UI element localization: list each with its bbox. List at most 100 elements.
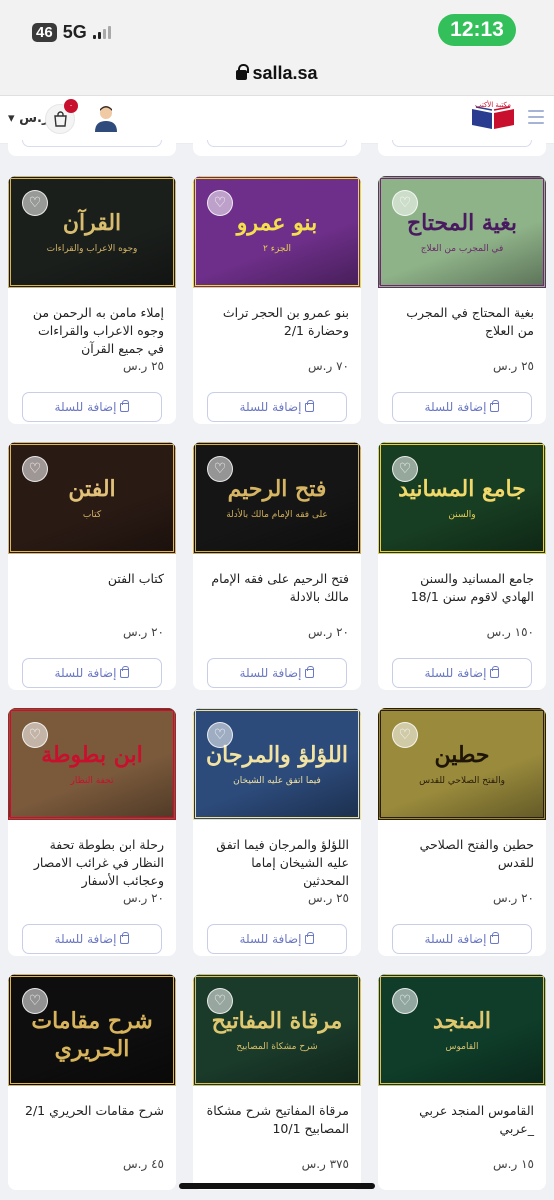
- favorite-heart-icon[interactable]: ♡: [392, 988, 418, 1014]
- book-cover-image[interactable]: مرقاة المفاتيح شرح مشكاة المصابيح ♡: [193, 974, 361, 1086]
- bag-icon: [305, 932, 315, 944]
- hamburger-menu-icon[interactable]: [528, 110, 544, 124]
- product-name[interactable]: مرقاة المفاتيح شرح مشكاة المصابيح 10/1: [203, 1102, 349, 1138]
- book-cover-image[interactable]: جامع المسانيد والسنن ♡: [378, 442, 546, 554]
- bag-icon: [305, 400, 315, 412]
- product-price: ٢٥ ر.س: [493, 359, 534, 373]
- book-cover-image[interactable]: ابن بطوطة تحفة النظار ♡: [8, 708, 176, 820]
- add-to-cart-label: إضافة للسلة: [239, 400, 302, 414]
- lock-icon: [236, 64, 250, 80]
- cover-subtitle: على فقه الإمام مالك بالأدلة: [226, 510, 328, 520]
- user-avatar-icon[interactable]: [93, 104, 119, 134]
- store-header: ر.س ▾ ٠ مكتبة الأكتب: [0, 96, 554, 144]
- cover-subtitle: وجوه الاعراب والقراءات: [46, 244, 138, 254]
- favorite-heart-icon[interactable]: ♡: [22, 190, 48, 216]
- add-to-cart-button[interactable]: إضافة للسلة: [207, 392, 347, 422]
- product-grid: بغية المحتاج في المجرب من العلاج ♡ بغية الم…: [8, 140, 546, 1190]
- product-price: ١٥٠ ر.س: [486, 625, 534, 639]
- favorite-heart-icon[interactable]: ♡: [22, 722, 48, 748]
- product-price: ٢٠ ر.س: [123, 625, 164, 639]
- bag-icon: [490, 666, 500, 678]
- product-name[interactable]: جامع المسانيد والسنن الهادي لاقوم سنن 18…: [388, 570, 534, 606]
- previous-row-edge: [8, 140, 546, 158]
- add-to-cart-button[interactable]: إضافة للسلة: [392, 392, 532, 422]
- book-cover-image[interactable]: بغية المحتاج في المجرب من العلاج ♡: [378, 176, 546, 288]
- cover-subtitle: فيما اتفق عليه الشيخان: [233, 776, 321, 786]
- product-card[interactable]: مرقاة المفاتيح شرح مشكاة المصابيح ♡ مرقاة ا…: [193, 974, 361, 1190]
- product-card[interactable]: القرآن وجوه الاعراب والقراءات ♡ إملاء مامن …: [8, 176, 176, 424]
- product-card[interactable]: المنجد القاموس ♡ القاموس المنجد عربي _عربي ١…: [378, 974, 546, 1190]
- product-name[interactable]: حطين والفتح الصلاحي للقدس: [388, 836, 534, 872]
- book-cover-image[interactable]: حطين والفتح الصلاحي للقدس ♡: [378, 708, 546, 820]
- product-name[interactable]: إملاء مامن به الرحمن من وجوه الاعراب وال…: [18, 304, 164, 358]
- product-name[interactable]: القاموس المنجد عربي _عربي: [388, 1102, 534, 1138]
- book-cover-image[interactable]: فتح الرحيم على فقه الإمام مالك بالأدلة ♡: [193, 442, 361, 554]
- product-row: جامع المسانيد والسنن ♡ جامع المسانيد والسنن…: [8, 442, 546, 690]
- currency-selector[interactable]: ر.س ▾: [8, 111, 49, 126]
- cart-button[interactable]: ٠: [45, 99, 78, 134]
- book-cover-image[interactable]: الفتن كتاب ♡: [8, 442, 176, 554]
- favorite-heart-icon[interactable]: ♡: [22, 988, 48, 1014]
- add-to-cart-button[interactable]: إضافة للسلة: [207, 658, 347, 688]
- product-name[interactable]: كتاب الفتن: [18, 570, 164, 588]
- product-card[interactable]: بنو عمرو الجزء ٢ ♡ بنو عمرو بن الحجر تراث و…: [193, 176, 361, 424]
- cover-subtitle: شرح مشكاة المصابيح: [236, 1042, 318, 1052]
- bag-icon: [490, 932, 500, 944]
- product-card[interactable]: جامع المسانيد والسنن ♡ جامع المسانيد والسنن…: [378, 442, 546, 690]
- add-to-cart-label: إضافة للسلة: [424, 932, 487, 946]
- product-name[interactable]: شرح مقامات الحريري 2/1: [18, 1102, 164, 1120]
- add-to-cart-button[interactable]: إضافة للسلة: [22, 658, 162, 688]
- book-cover-image[interactable]: المنجد القاموس ♡: [378, 974, 546, 1086]
- status-bar: 46 5G 12:13: [0, 0, 554, 58]
- product-name[interactable]: اللؤلؤ والمرجان فيما اتفق عليه الشيخان إ…: [203, 836, 349, 890]
- product-row: بغية المحتاج في المجرب من العلاج ♡ بغية الم…: [8, 176, 546, 424]
- favorite-heart-icon[interactable]: ♡: [207, 456, 233, 482]
- add-to-cart-button[interactable]: إضافة للسلة: [392, 658, 532, 688]
- add-to-cart-label: إضافة للسلة: [54, 932, 117, 946]
- book-cover-image[interactable]: القرآن وجوه الاعراب والقراءات ♡: [8, 176, 176, 288]
- product-card[interactable]: حطين والفتح الصلاحي للقدس ♡ حطين والفتح الص…: [378, 708, 546, 956]
- favorite-heart-icon[interactable]: ♡: [392, 190, 418, 216]
- product-card[interactable]: ابن بطوطة تحفة النظار ♡ رحلة ابن بطوطة تحفة…: [8, 708, 176, 956]
- product-name[interactable]: فتح الرحيم على فقه الإمام مالك بالادلة: [203, 570, 349, 606]
- shopping-bag-icon: [54, 111, 67, 127]
- add-to-cart-button[interactable]: إضافة للسلة: [207, 924, 347, 954]
- add-to-cart-label: إضافة للسلة: [424, 400, 487, 414]
- product-price: ٢٠ ر.س: [493, 891, 534, 905]
- add-to-cart-label: إضافة للسلة: [54, 666, 117, 680]
- product-card[interactable]: اللؤلؤ والمرجان فيما اتفق عليه الشيخان ♡ ال…: [193, 708, 361, 956]
- favorite-heart-icon[interactable]: ♡: [392, 456, 418, 482]
- product-name[interactable]: بغية المحتاج في المجرب من العلاج: [388, 304, 534, 340]
- bag-icon: [120, 666, 130, 678]
- product-card[interactable]: بغية المحتاج في المجرب من العلاج ♡ بغية الم…: [378, 176, 546, 424]
- clock: 12:13: [438, 14, 516, 46]
- favorite-heart-icon[interactable]: ♡: [207, 190, 233, 216]
- cover-subtitle: القاموس: [445, 1042, 479, 1052]
- bag-icon: [120, 932, 130, 944]
- favorite-heart-icon[interactable]: ♡: [392, 722, 418, 748]
- product-card[interactable]: شرح مقامات الحريري ♡ شرح مقامات الحريري 2/…: [8, 974, 176, 1190]
- home-indicator: [179, 1183, 375, 1189]
- product-card[interactable]: فتح الرحيم على فقه الإمام مالك بالأدلة ♡ فت…: [193, 442, 361, 690]
- product-name[interactable]: بنو عمرو بن الحجر تراث وحضارة 2/1: [203, 304, 349, 340]
- product-price: ١٥ ر.س: [493, 1157, 534, 1171]
- store-logo[interactable]: مكتبة الأكتب: [468, 101, 518, 137]
- favorite-heart-icon[interactable]: ♡: [207, 722, 233, 748]
- product-card[interactable]: الفتن كتاب ♡ كتاب الفتن ٢٠ ر.س إضافة للسلة: [8, 442, 176, 690]
- add-to-cart-button[interactable]: إضافة للسلة: [22, 392, 162, 422]
- book-cover-image[interactable]: بنو عمرو الجزء ٢ ♡: [193, 176, 361, 288]
- cover-subtitle: والفتح الصلاحي للقدس: [419, 776, 505, 786]
- cover-subtitle: والسنن: [448, 510, 476, 520]
- product-name[interactable]: رحلة ابن بطوطة تحفة النظار في غرائب الام…: [18, 836, 164, 890]
- add-to-cart-button[interactable]: إضافة للسلة: [22, 924, 162, 954]
- cover-title: شرح مقامات الحريري: [31, 1008, 153, 1062]
- book-cover-image[interactable]: اللؤلؤ والمرجان فيما اتفق عليه الشيخان ♡: [193, 708, 361, 820]
- product-price: ٤٥ ر.س: [123, 1157, 164, 1171]
- bag-icon: [490, 400, 500, 412]
- browser-address-bar[interactable]: salla.sa: [0, 58, 554, 96]
- cart-count-badge: ٠: [64, 99, 78, 113]
- favorite-heart-icon[interactable]: ♡: [207, 988, 233, 1014]
- favorite-heart-icon[interactable]: ♡: [22, 456, 48, 482]
- book-cover-image[interactable]: شرح مقامات الحريري ♡: [8, 974, 176, 1086]
- add-to-cart-button[interactable]: إضافة للسلة: [392, 924, 532, 954]
